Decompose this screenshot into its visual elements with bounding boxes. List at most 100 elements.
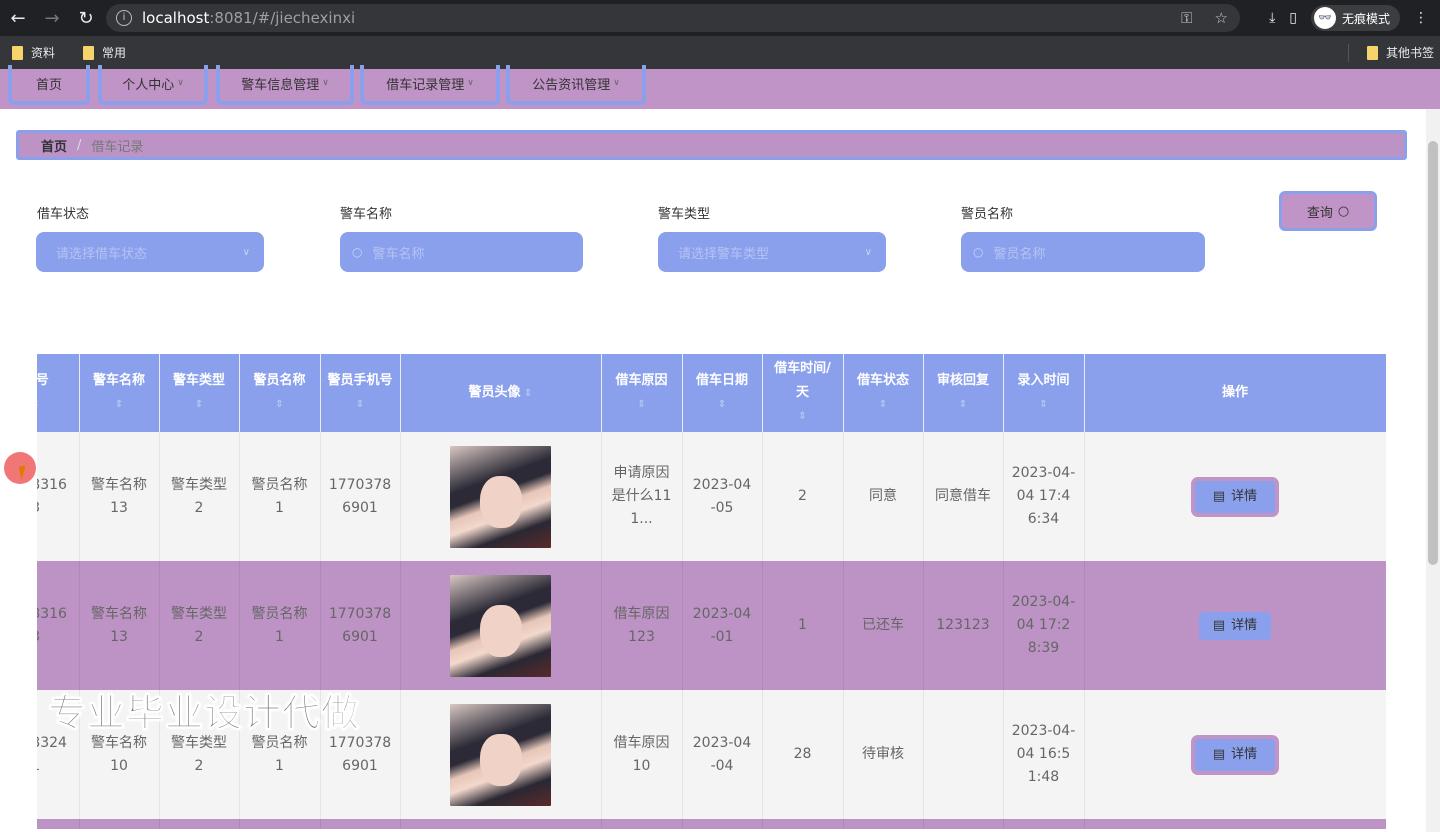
browser-toolbar: ← → ↻ i localhost:8081/#/jiechexinxi ⚿☆ … — [0, 0, 1440, 36]
header-label: 录入时间 — [1017, 373, 1069, 388]
avatar[interactable] — [450, 704, 551, 806]
placeholder: 警员名称 — [993, 243, 1045, 262]
document-icon: ▤ — [1213, 485, 1225, 508]
header-label: 警车名称 — [93, 373, 145, 388]
sort-icon[interactable]: ⇕ — [327, 393, 394, 417]
sort-icon[interactable]: ⇕ — [1010, 393, 1078, 417]
records-table: 编号 ⇕警车名称 ⇕警车类型 ⇕警员名称 ⇕警员手机号 ⇕警员头像 ⇕借车原因 … — [37, 354, 1386, 830]
nav-label: 借车记录管理 — [386, 74, 464, 93]
car-type-label: 警车类型 — [658, 203, 710, 222]
nav-label: 个人中心 — [122, 74, 174, 93]
cell-id: 05983163 — [37, 432, 79, 561]
cell-created: 2023-04-04 17:46:34 — [1003, 432, 1084, 561]
column-header[interactable]: 警车类型 ⇕ — [159, 354, 239, 432]
star-icon[interactable]: ☆ — [1215, 9, 1228, 27]
bookmark-folder[interactable]: 常用 — [83, 44, 126, 61]
cell-car-name: 警车名称13 — [79, 432, 159, 561]
detail-button[interactable]: ▤详情 — [1199, 612, 1271, 640]
column-header[interactable]: 录入时间 ⇕ — [1003, 354, 1084, 432]
header-label: 警员手机号 — [327, 373, 392, 388]
status-select[interactable]: 请选择借车状态∨ — [36, 232, 264, 272]
cell-officer — [239, 819, 320, 829]
key-icon[interactable]: ⚿ — [1181, 9, 1192, 27]
bookmark-folder[interactable]: 资料 — [12, 44, 55, 61]
nav-item-car-info[interactable]: 警车信息管理∨ — [216, 65, 354, 105]
download-icon[interactable]: ⤓ — [1269, 10, 1275, 26]
sidepanel-icon[interactable]: ▯ — [1289, 10, 1297, 26]
nav-label: 公告资讯管理 — [532, 74, 610, 93]
nav-label: 首页 — [36, 74, 62, 93]
column-header[interactable]: 借车日期 ⇕ — [682, 354, 762, 432]
nav-item-announcements[interactable]: 公告资讯管理∨ — [506, 65, 646, 105]
breadcrumb-home[interactable]: 首页 — [41, 136, 67, 155]
cell-text: 05983163 — [37, 477, 67, 516]
sort-icon[interactable]: ⇕ — [246, 393, 314, 417]
header-label: 操作 — [1222, 385, 1248, 400]
sort-icon[interactable]: ⇕ — [521, 388, 533, 399]
scrollbar-thumb[interactable] — [1428, 141, 1438, 565]
cell-text: 123123 — [936, 617, 989, 633]
column-header[interactable]: 警员手机号 ⇕ — [320, 354, 400, 432]
scrollbar[interactable] — [1426, 109, 1440, 832]
column-header[interactable]: 警员头像 ⇕ — [400, 354, 601, 432]
placeholder: 请选择警车类型 — [678, 243, 769, 262]
cell-text: 警车名称13 — [91, 477, 147, 516]
column-header[interactable]: 审核回复 ⇕ — [923, 354, 1003, 432]
column-header[interactable]: 警车名称 ⇕ — [79, 354, 159, 432]
forward-icon[interactable]: → — [36, 8, 68, 29]
detail-label: 详情 — [1231, 743, 1257, 766]
chevron-down-icon: ∨ — [243, 247, 250, 258]
reload-icon[interactable]: ↻ — [70, 8, 102, 29]
nav-item-personal-center[interactable]: 个人中心∨ — [98, 65, 208, 105]
sort-icon[interactable]: ⇕ — [37, 393, 73, 417]
column-header[interactable]: 借车原因 ⇕ — [601, 354, 682, 432]
header-label: 警员头像 — [469, 385, 521, 400]
cell-status: 待审核 — [843, 690, 923, 819]
query-button[interactable]: 查询○ — [1279, 191, 1377, 231]
back-icon[interactable]: ← — [2, 8, 34, 29]
cell-id — [37, 819, 79, 829]
sort-icon[interactable]: ⇕ — [930, 393, 997, 417]
cell-reason: 申请原因是什么111... — [601, 432, 682, 561]
detail-button[interactable]: ▤详情 — [1191, 735, 1279, 775]
sort-icon[interactable]: ⇕ — [166, 393, 233, 417]
detail-button[interactable]: ▤ 详情 — [1191, 477, 1279, 517]
cell-status — [843, 819, 923, 829]
incognito-badge[interactable]: 👓无痕模式 — [1311, 5, 1400, 31]
cell-phone: 17703786901 — [320, 432, 400, 561]
other-bookmarks-label: 其他书签 — [1386, 44, 1434, 61]
detail-label: 详情 — [1231, 485, 1257, 508]
sort-icon[interactable]: ⇕ — [689, 393, 756, 417]
header-label: 警车类型 — [173, 373, 225, 388]
officer-name-input[interactable]: ○警员名称 — [961, 232, 1205, 272]
avatar[interactable] — [450, 575, 551, 677]
sort-icon[interactable]: ⇕ — [86, 393, 153, 417]
menu-icon[interactable]: ⋮ — [1414, 10, 1428, 26]
divider — [1348, 44, 1349, 62]
cell-phone — [320, 819, 400, 829]
header-label: 借车时间/天 — [774, 361, 831, 400]
nav-item-borrow-records[interactable]: 借车记录管理∨ — [360, 65, 500, 105]
column-header[interactable]: 借车状态 ⇕ — [843, 354, 923, 432]
other-bookmarks[interactable]: 其他书签 — [1348, 44, 1434, 62]
cell-reply — [923, 690, 1003, 819]
cell-photo — [400, 561, 601, 690]
car-name-input[interactable]: ○警车名称 — [340, 232, 583, 272]
column-header[interactable]: 警员名称 ⇕ — [239, 354, 320, 432]
breadcrumb-current: 借车记录 — [91, 136, 143, 155]
column-header[interactable]: 借车时间/天 ⇕ — [762, 354, 843, 432]
nav-item-home[interactable]: 首页 — [8, 65, 90, 105]
cell-text: 警车类型2 — [171, 606, 227, 645]
address-bar[interactable]: i localhost:8081/#/jiechexinxi ⚿☆ — [106, 4, 1240, 32]
breadcrumb: 首页 / 借车记录 — [16, 130, 1407, 160]
cell-text: 2023-04-04 — [693, 735, 752, 774]
column-header[interactable]: 操作 — [1084, 354, 1386, 432]
avatar[interactable] — [450, 446, 551, 548]
column-header[interactable]: 编号 ⇕ — [37, 354, 79, 432]
info-icon[interactable]: i — [116, 10, 132, 26]
cell-text: 警员名称1 — [252, 606, 308, 645]
car-type-select[interactable]: 请选择警车类型∨ — [658, 232, 886, 272]
sort-icon[interactable]: ⇕ — [769, 405, 837, 429]
sort-icon[interactable]: ⇕ — [850, 393, 917, 417]
sort-icon[interactable]: ⇕ — [608, 393, 676, 417]
